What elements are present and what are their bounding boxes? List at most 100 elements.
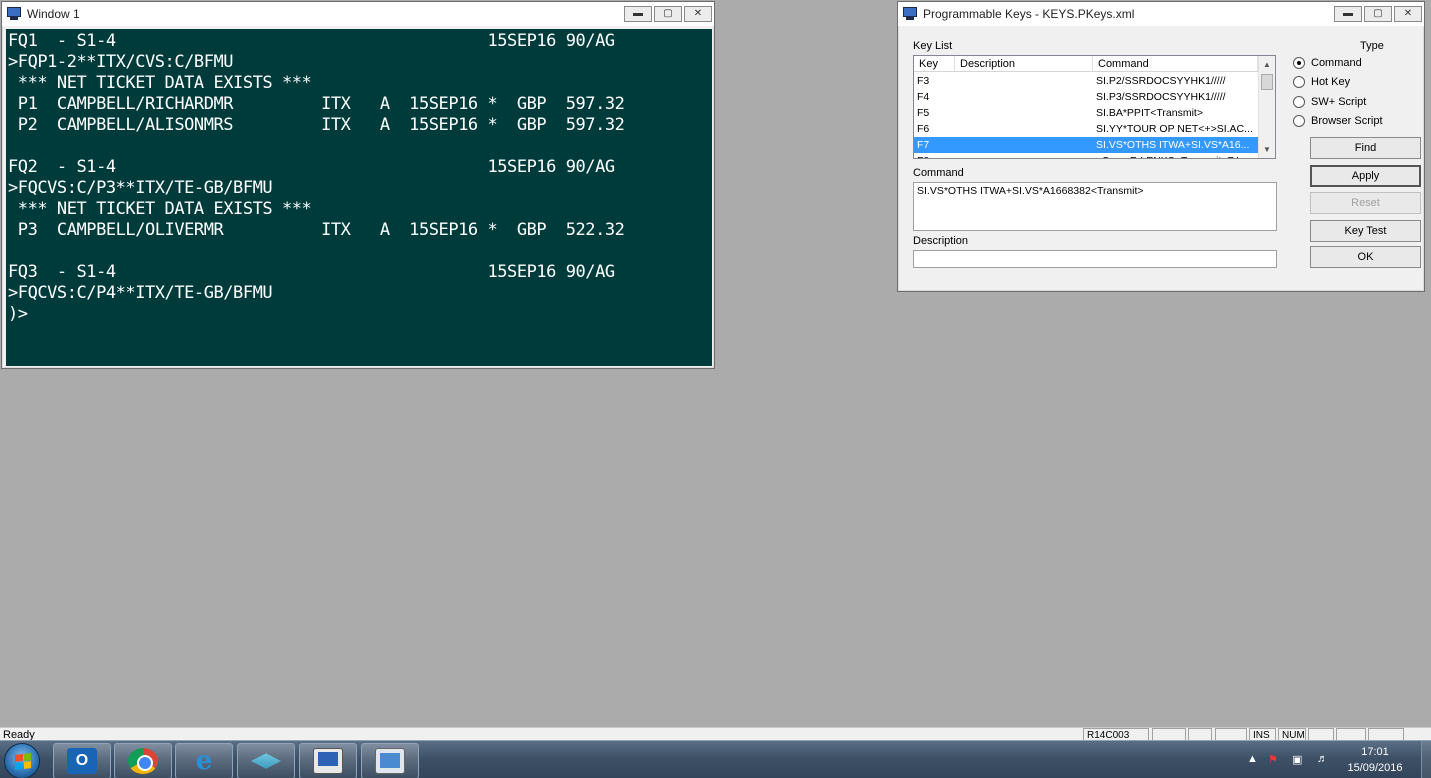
scroll-thumb[interactable] [1261, 74, 1273, 90]
flag-alert-icon[interactable]: ⚑ [1268, 753, 1278, 766]
volume-icon[interactable]: ♬ [1317, 753, 1328, 765]
screen-app-icon [375, 748, 405, 774]
taskbar-internet-explorer[interactable]: e [175, 743, 233, 778]
description-cell [955, 137, 1093, 153]
command-cell: SI.P2/SSRDOCSYYHK1///// [1096, 75, 1226, 87]
key-cell: F3 [917, 75, 930, 87]
key-cell: F8 [914, 153, 955, 158]
key-list-row[interactable]: F5 SI.BA*PPIT<Transmit> [914, 105, 1258, 121]
description-cell [955, 153, 1093, 158]
radio-label: Hot Key [1311, 76, 1351, 88]
command-cell: SI.YY*TOUR OP NET<+>SI.AC... [1096, 123, 1253, 135]
type-label: Type [1360, 40, 1384, 52]
terminal-line: P1 CAMPBELL/RICHARDMR ITX A 15SEP16 * GB… [8, 94, 625, 114]
windows-logo-icon [15, 753, 31, 770]
key-list-row[interactable]: F3 SI.P2/SSRDOCSYYHK1///// [914, 73, 1258, 89]
window-title: Programmable Keys - KEYS.PKeys.xml [923, 7, 1135, 21]
terminal-window[interactable]: Window 1 ▬ ▢ ✕ FQ1 - S1-4 15SEP16 90/AG >… [1, 1, 715, 369]
clock-date: 15/09/2016 [1347, 762, 1403, 774]
command-field[interactable]: SI.VS*OTHS ITWA+SI.VS*A1668382<Transmit> [913, 182, 1277, 231]
clock[interactable]: 17:01 15/09/2016 [1340, 744, 1410, 776]
find-button[interactable]: Find [1310, 137, 1421, 159]
description-cell [955, 73, 1093, 89]
programmable-keys-titlebar[interactable]: Programmable Keys - KEYS.PKeys.xml ▬ ▢ ✕ [898, 2, 1424, 26]
taskbar-terminal-app[interactable] [299, 743, 357, 778]
terminal-line: >FQCVS:C/P3**ITX/TE-GB/BFMU [8, 178, 273, 198]
key-list-header: Key Description Command [914, 56, 1258, 72]
key-list-scrollbar[interactable]: ▲ ▼ [1258, 56, 1275, 158]
terminal-line: )> [8, 304, 28, 324]
key-list-label: Key List [913, 40, 953, 52]
scroll-up-icon[interactable]: ▲ [1259, 56, 1275, 73]
type-option-hot-key[interactable]: Hot Key [1293, 76, 1350, 88]
status-cell-empty [1188, 728, 1212, 740]
scroll-down-icon[interactable]: ▼ [1259, 141, 1275, 158]
status-ins: INS [1249, 728, 1276, 740]
key-list-row[interactable]: F4 SI.P3/SSRDOCSYYHK1///// [914, 89, 1258, 105]
radio-label: Browser Script [1311, 115, 1383, 127]
status-cell-empty [1215, 728, 1247, 740]
network-icon[interactable]: ▣ [1292, 753, 1302, 766]
type-option-sw-script[interactable]: SW+ Script [1293, 96, 1366, 108]
column-header-description[interactable]: Description [955, 56, 1093, 71]
terminal-line: P3 CAMPBELL/OLIVERMR ITX A 15SEP16 * GBP… [8, 220, 625, 240]
terminal-app-icon [313, 748, 343, 774]
terminal-line: FQ3 - S1-4 15SEP16 90/AG [8, 262, 615, 282]
radio-button[interactable] [1293, 96, 1305, 108]
key-list-row[interactable]: F8 <Som>R.LENKS<Transmit>P.L [914, 153, 1258, 158]
minimize-button[interactable]: ▬ [624, 6, 652, 22]
taskbar-outlook[interactable]: O [53, 743, 111, 778]
app-icon [251, 753, 281, 769]
status-position: R14C003 [1083, 728, 1149, 740]
terminal-screen[interactable]: FQ1 - S1-4 15SEP16 90/AG >FQP1-2**ITX/CVS… [6, 29, 712, 366]
apply-button[interactable]: Apply [1310, 165, 1421, 187]
terminal-line: FQ2 - S1-4 15SEP16 90/AG [8, 157, 615, 177]
command-cell: SI.BA*PPIT<Transmit> [1096, 107, 1203, 119]
status-cell-empty [1336, 728, 1366, 740]
show-desktop-button[interactable] [1421, 741, 1431, 778]
minimize-button[interactable]: ▬ [1334, 6, 1362, 22]
status-num: NUM [1278, 728, 1306, 740]
key-list-row[interactable]: F7 SI.VS*OTHS ITWA+SI.VS*A16... [914, 137, 1258, 153]
key-list[interactable]: Key Description Command F3 SI.P2/SSRDOCSY… [913, 55, 1276, 159]
maximize-button[interactable]: ▢ [654, 6, 682, 22]
key-cell: F4 [917, 91, 930, 103]
description-field[interactable] [913, 250, 1277, 268]
chrome-icon [128, 748, 158, 774]
reset-button[interactable]: Reset [1310, 192, 1421, 214]
status-cell-empty [1308, 728, 1334, 740]
terminal-line: FQ1 - S1-4 15SEP16 90/AG [8, 31, 615, 51]
close-button[interactable]: ✕ [684, 6, 712, 22]
taskbar-screen-app[interactable] [361, 743, 419, 778]
taskbar-chrome[interactable] [114, 743, 172, 778]
status-cell-empty [1368, 728, 1404, 740]
taskbar: O e ▲ ⚑ ▣ ♬ 17:01 15/09/2016 [0, 740, 1431, 778]
clock-time: 17:01 [1361, 746, 1389, 758]
taskbar-app[interactable] [237, 743, 295, 778]
description-cell [955, 89, 1093, 105]
radio-label: Command [1311, 57, 1362, 69]
radio-button[interactable] [1293, 115, 1305, 127]
close-button[interactable]: ✕ [1394, 6, 1422, 22]
radio-button[interactable] [1293, 76, 1305, 88]
terminal-line: >FQP1-2**ITX/CVS:C/BFMU [8, 52, 234, 72]
monitor-icon [902, 7, 918, 21]
radio-label: SW+ Script [1311, 96, 1367, 108]
type-option-browser-script[interactable]: Browser Script [1293, 115, 1383, 127]
radio-button[interactable] [1293, 57, 1305, 69]
command-cell: SI.VS*OTHS ITWA+SI.VS*A16... [1096, 139, 1250, 151]
start-button[interactable] [4, 743, 40, 778]
key-test-button[interactable]: Key Test [1310, 220, 1421, 242]
terminal-line: *** NET TICKET DATA EXISTS *** [8, 73, 312, 93]
terminal-titlebar[interactable]: Window 1 ▬ ▢ ✕ [2, 2, 714, 26]
maximize-button[interactable]: ▢ [1364, 6, 1392, 22]
ok-button[interactable]: OK [1310, 246, 1421, 268]
terminal-line: *** NET TICKET DATA EXISTS *** [8, 199, 312, 219]
type-option-command[interactable]: Command [1293, 57, 1362, 69]
show-hidden-icons-icon[interactable]: ▲ [1247, 753, 1258, 765]
column-header-command[interactable]: Command [1093, 56, 1258, 71]
column-header-key[interactable]: Key [914, 56, 955, 71]
key-list-row[interactable]: F6 SI.YY*TOUR OP NET<+>SI.AC... [914, 121, 1258, 137]
status-cell-empty [1152, 728, 1186, 740]
